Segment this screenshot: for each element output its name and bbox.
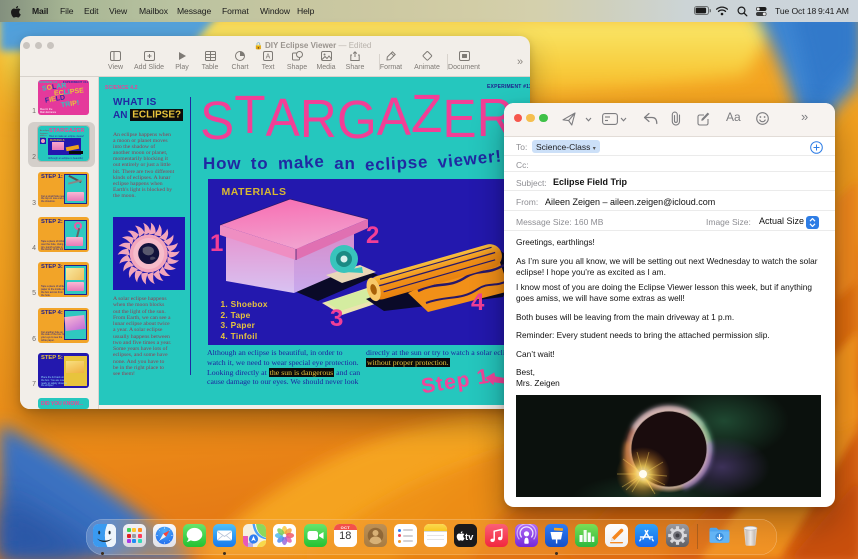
svg-text:1: 1 [210, 230, 223, 257]
svg-text:4: 4 [471, 289, 485, 316]
svg-text:tv: tv [465, 532, 474, 543]
svg-text:A: A [266, 54, 271, 61]
svg-text:3: 3 [330, 305, 343, 332]
svg-text:2: 2 [366, 222, 379, 249]
